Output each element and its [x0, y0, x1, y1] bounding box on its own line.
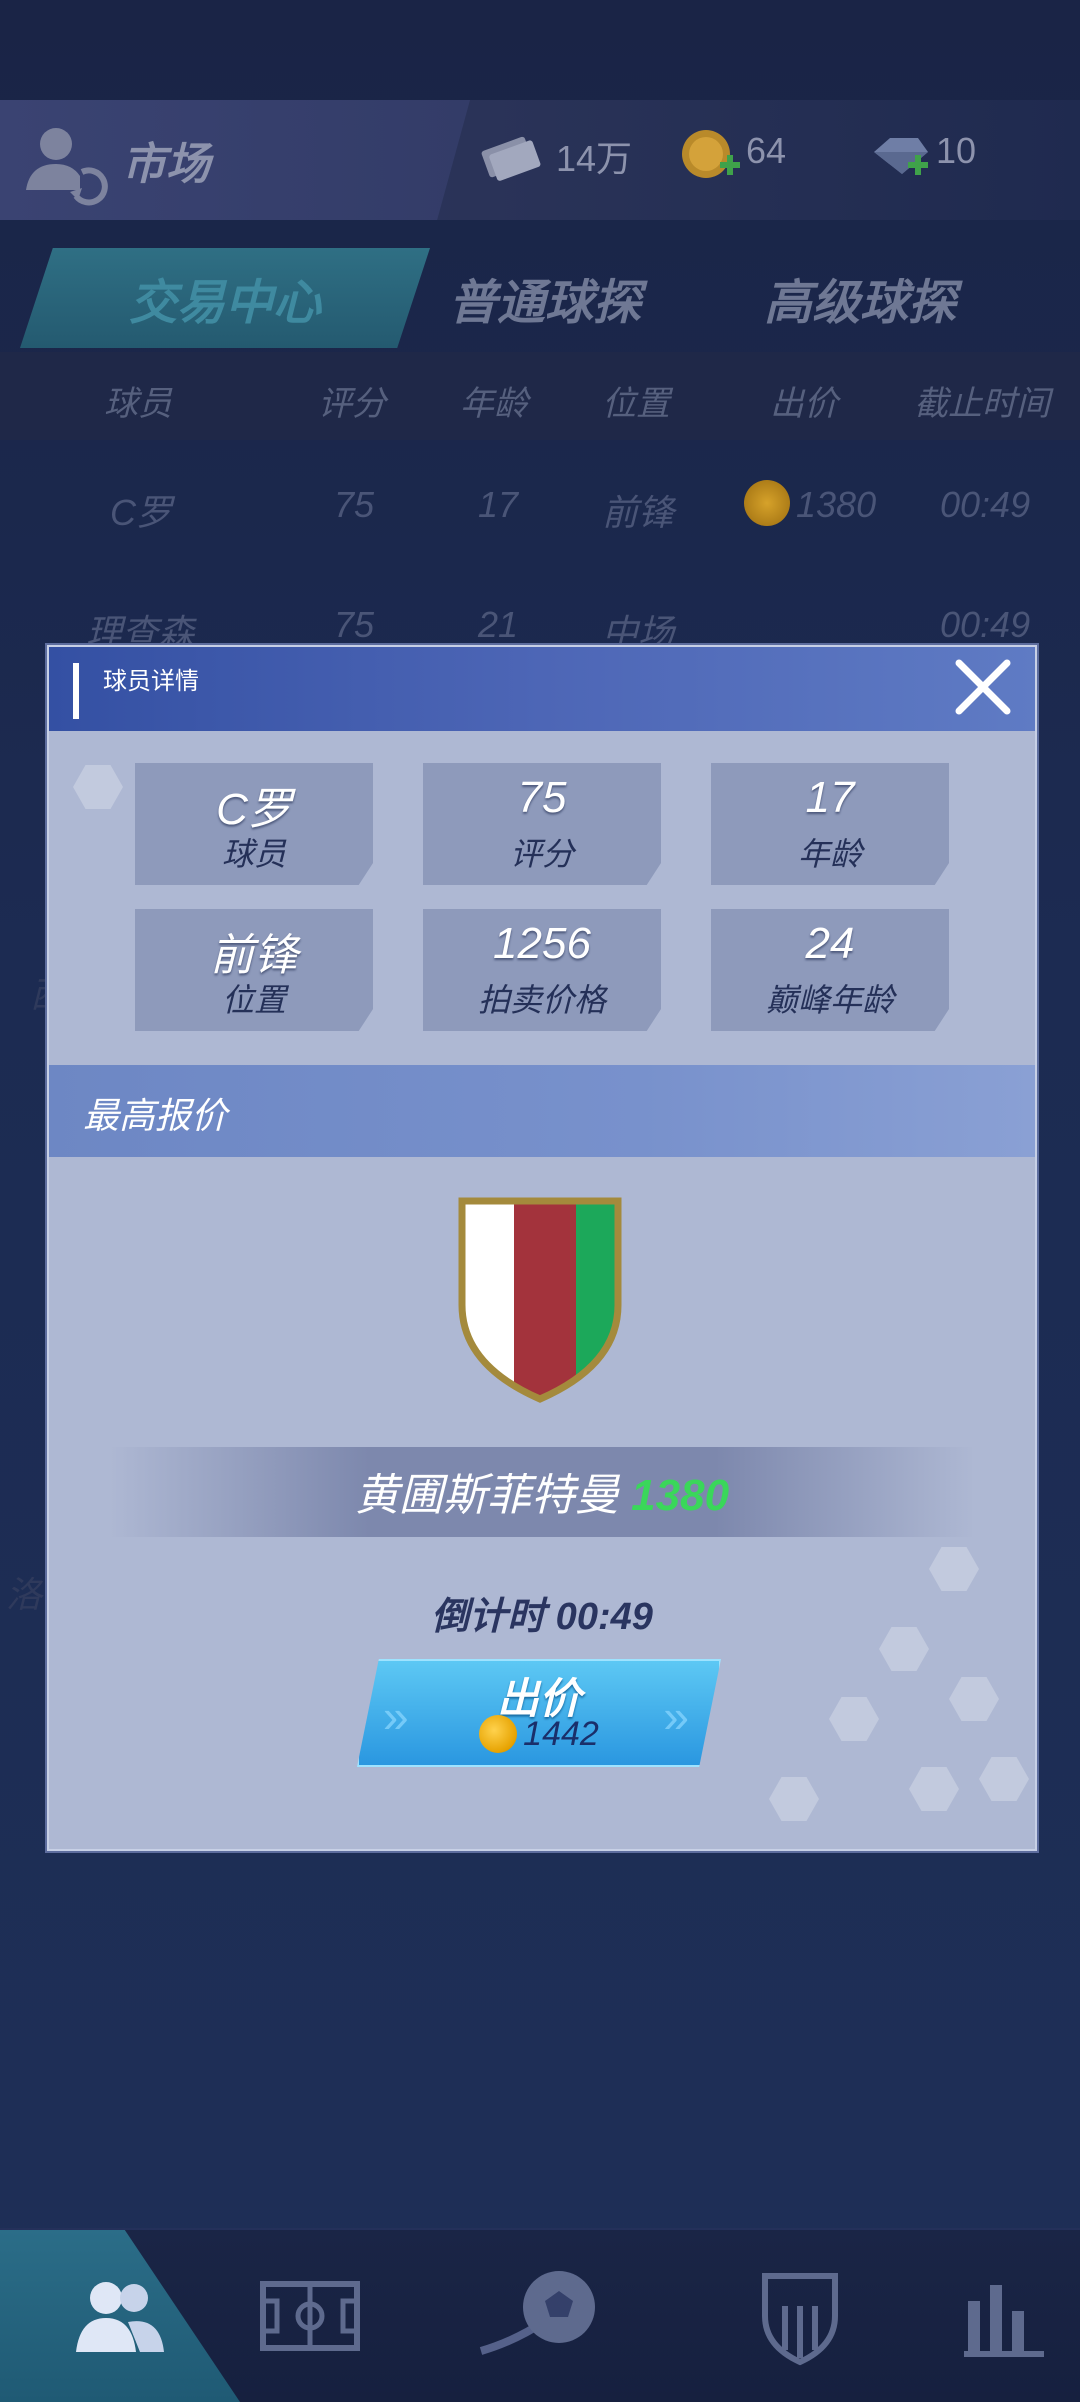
dialog-title: 球员详情 [103, 668, 199, 695]
decor-hex [909, 1767, 959, 1811]
decor-hex [949, 1677, 999, 1721]
decor-hex [769, 1777, 819, 1821]
player-rating: 75 [334, 484, 375, 525]
gold-coin-icon[interactable] [678, 124, 742, 188]
stat-value: 前锋 [210, 931, 298, 980]
player-name: C罗 [110, 492, 172, 533]
tab-trade-center[interactable]: 交易中心 [20, 248, 430, 348]
close-icon[interactable] [951, 655, 1015, 719]
player-position: 前锋 [602, 492, 675, 533]
stat-label: 球员 [221, 836, 286, 872]
nav-club[interactable] [740, 2230, 860, 2402]
coin-icon [479, 1715, 518, 1753]
column-bid[interactable]: 出价 [770, 376, 838, 425]
cash-icon [481, 136, 541, 181]
club-badge-icon [762, 2273, 838, 2366]
club-crest-icon [458, 1197, 622, 1403]
market-tabs: 交易中心 普通球探 高级球探 [0, 248, 1080, 348]
column-deadline[interactable]: 截止时间 [914, 376, 1050, 425]
column-rating[interactable]: 评分 [318, 376, 386, 425]
nav-match[interactable] [440, 2230, 640, 2402]
stat-value: 1256 [493, 919, 591, 968]
bid-button[interactable]: » » 出价 1442 [357, 1659, 721, 1767]
dialog-header: 球员详情 [49, 647, 1035, 731]
pitch-icon [260, 2281, 360, 2351]
nav-pitch[interactable] [220, 2230, 400, 2402]
player-rating: 75 [334, 604, 375, 645]
stat-auction-price: 1256 拍卖价格 [423, 909, 661, 1031]
player-bid: 1380 [796, 484, 877, 525]
tab-normal-scout[interactable]: 普通球探 [400, 248, 690, 348]
column-player[interactable]: 球员 [104, 376, 172, 425]
player-age: 17 [478, 484, 519, 525]
section-title: 最高报价 [83, 1095, 228, 1136]
player-detail-dialog: 球员详情 C罗 球员 75 评分 17 年龄 前锋 位置 1256 拍卖价格 2… [47, 645, 1037, 1851]
stat-position: 前锋 位置 [135, 909, 373, 1031]
player-age: 21 [478, 604, 519, 645]
stat-age: 17 年龄 [711, 763, 949, 885]
stats-icon [964, 2285, 1044, 2357]
countdown-timer: 倒计时 00:49 [431, 1596, 653, 1638]
tab-advanced-scout[interactable]: 高级球探 [710, 248, 1010, 348]
stat-value: 75 [517, 773, 567, 822]
gold-value: 64 [746, 130, 787, 171]
decor-hex [73, 765, 123, 809]
stat-label: 拍卖价格 [477, 982, 606, 1018]
cash-value: 14万 [556, 138, 633, 179]
bid-button-price: 1442 [359, 1715, 719, 1754]
bottom-nav [0, 2228, 1080, 2402]
players-icon [76, 2282, 164, 2352]
stat-value: 24 [805, 919, 855, 968]
user-switch-icon[interactable] [20, 116, 110, 206]
decor-hex [829, 1697, 879, 1741]
diamond-icon[interactable] [868, 124, 932, 188]
header-accent-bar [73, 663, 79, 719]
top-bid-amount: 1380 [631, 1471, 730, 1520]
diamond-value: 10 [936, 130, 977, 171]
highest-bid-section: 最高报价 [49, 1065, 1035, 1157]
stat-label: 巅峰年龄 [765, 982, 894, 1018]
coin-icon [744, 480, 790, 526]
stat-rating: 75 评分 [423, 763, 661, 885]
top-bid-info: 黄圃斯菲特曼 1380 [49, 1459, 1035, 1523]
decor-hex [979, 1757, 1029, 1801]
page-title: 市场 [122, 140, 210, 189]
nav-players[interactable] [0, 2230, 240, 2402]
table-header: 球员 评分 年龄 位置 出价 截止时间 [0, 352, 1080, 440]
column-age[interactable]: 年龄 [460, 376, 528, 425]
stat-label: 评分 [509, 836, 574, 872]
stat-player: C罗 球员 [135, 763, 373, 885]
stat-peak-age: 24 巅峰年龄 [711, 909, 949, 1031]
player-deadline: 00:49 [940, 484, 1031, 525]
column-position[interactable]: 位置 [602, 376, 670, 425]
top-bar: 市场 14万 64 10 [0, 100, 1080, 220]
stat-value: C罗 [216, 785, 292, 834]
top-bidder-name: 黄圃斯菲特曼 [354, 1471, 619, 1520]
stat-label: 位置 [221, 982, 286, 1018]
player-deadline: 00:49 [940, 604, 1031, 645]
stat-value: 17 [805, 773, 855, 822]
stat-label: 年龄 [797, 836, 862, 872]
bid-price-value: 1442 [523, 1715, 599, 1753]
football-icon [479, 2271, 595, 2355]
nav-stats[interactable] [950, 2230, 1060, 2402]
